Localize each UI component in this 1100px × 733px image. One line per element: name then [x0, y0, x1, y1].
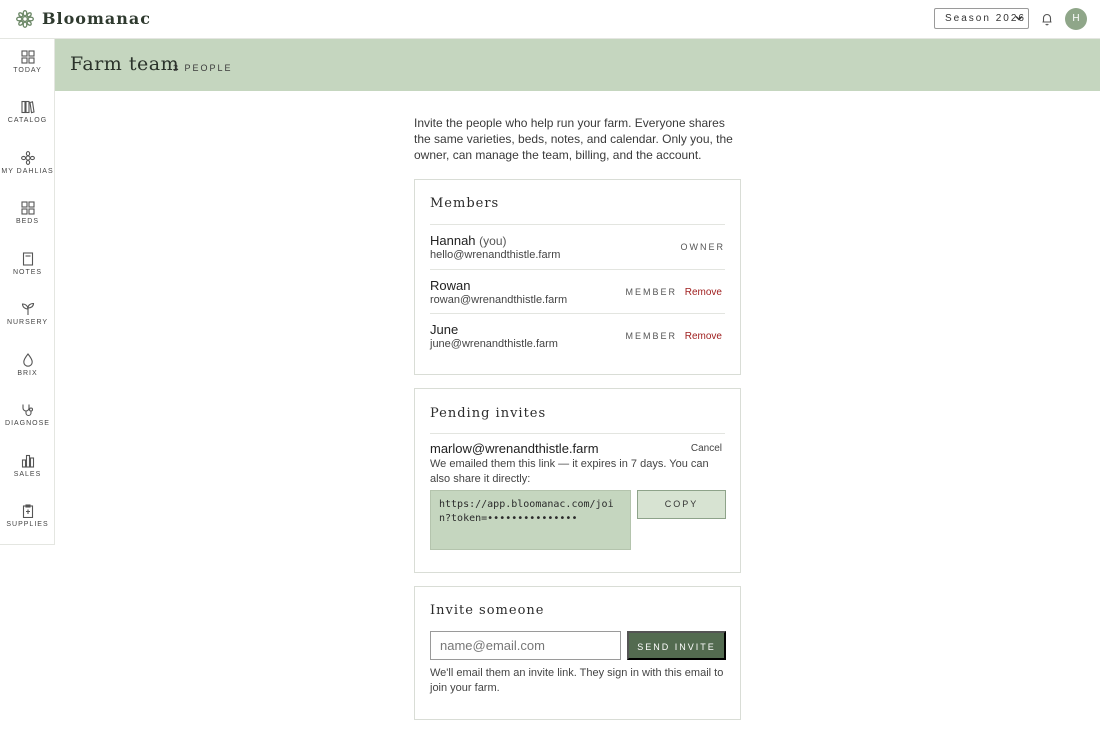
members-card: Members Hannah (you) hello@wrenandthistl… — [414, 179, 741, 375]
role-badge: MEMBER — [625, 331, 677, 341]
books-icon — [20, 100, 35, 114]
sidebar-item-beds[interactable]: BEDS — [0, 190, 55, 240]
sidebar-item-label: NOTES — [12, 269, 43, 276]
drop-icon — [22, 353, 33, 367]
remove-member-button[interactable]: Remove — [685, 331, 722, 342]
sidebar-item-catalog[interactable]: CATALOG — [0, 89, 55, 139]
sidebar-item-my-dahlias[interactable]: MY DAHLIAS — [0, 140, 55, 190]
sidebar-item-supplies[interactable]: SUPPLIES — [0, 493, 55, 543]
member-name-line: Hannah (you) — [430, 233, 507, 248]
page-title: Farm team — [70, 53, 180, 75]
sidebar: TODAY CATALOG MY DAHLIAS BEDS NOTES NURS… — [0, 39, 55, 545]
member-name: Hannah — [430, 233, 476, 248]
sidebar-item-sales[interactable]: SALES — [0, 443, 55, 493]
member-email: june@wrenandthistle.farm — [430, 338, 558, 350]
season-select[interactable]: Season 2026 — [934, 8, 1029, 29]
member-name: June — [430, 322, 459, 337]
you-tag: (you) — [479, 234, 507, 248]
avatar[interactable]: H — [1065, 8, 1087, 30]
sidebar-item-brix[interactable]: BRIX — [0, 342, 55, 392]
role-badge: OWNER — [680, 242, 725, 252]
sidebar-item-label: SUPPLIES — [6, 521, 49, 528]
member-email: hello@wrenandthistle.farm — [430, 249, 561, 261]
notes-icon — [22, 252, 33, 266]
member-row: Hannah (you) hello@wrenandthistle.farm O… — [430, 224, 725, 269]
sidebar-item-label: CATALOG — [7, 117, 48, 124]
sidebar-item-label: BRIX — [17, 370, 38, 377]
logo-icon[interactable] — [16, 10, 34, 28]
sprout-icon — [21, 302, 34, 315]
member-row: June june@wrenandthistle.farm MEMBER Rem… — [430, 313, 725, 358]
sidebar-item-notes[interactable]: NOTES — [0, 241, 55, 291]
pending-invites-card: Pending invites marlow@wrenandthistle.fa… — [414, 388, 741, 573]
member-name: Rowan — [430, 278, 471, 293]
cancel-invite-button[interactable]: Cancel — [691, 443, 722, 454]
members-title: Members — [430, 196, 500, 211]
sidebar-item-today[interactable]: TODAY — [0, 39, 55, 89]
bar-chart-icon — [21, 454, 34, 468]
sidebar-item-label: NURSERY — [6, 319, 49, 326]
sidebar-item-label: SALES — [13, 471, 42, 478]
send-note: We'll email them an invite link. They si… — [430, 667, 724, 694]
sidebar-item-label: MY DAHLIAS — [1, 168, 54, 175]
email-field[interactable] — [430, 631, 621, 660]
beds-grid-icon — [20, 201, 35, 215]
member-email: rowan@wrenandthistle.farm — [430, 294, 568, 306]
bell-icon[interactable] — [1040, 12, 1054, 26]
invite-title: Invite someone — [430, 603, 545, 618]
page-header: Farm team 3 PEOPLE — [55, 39, 1100, 91]
sidebar-item-label: TODAY — [13, 67, 42, 74]
invite-card: Invite someone SEND INVITE We'll email t… — [414, 586, 741, 720]
role-badge: MEMBER — [625, 287, 677, 297]
remove-member-button[interactable]: Remove — [685, 287, 722, 298]
pending-email: marlow@wrenandthistle.farm — [430, 441, 599, 456]
pending-title: Pending invites — [430, 406, 547, 421]
brand-name[interactable]: Bloomanac — [42, 9, 151, 28]
grid-icon — [20, 50, 35, 64]
stethoscope-icon — [21, 404, 33, 417]
member-row: Rowan rowan@wrenandthistle.farm MEMBER R… — [430, 269, 725, 314]
send-invite-button[interactable]: SEND INVITE — [627, 631, 726, 660]
chevron-down-icon — [1015, 15, 1023, 21]
flower-icon — [20, 151, 35, 165]
invite-link-field[interactable]: https://app.bloomanac.com/join?token=•••… — [430, 490, 631, 550]
clipboard-icon — [22, 504, 33, 518]
top-bar: Bloomanac Season 2026 H — [0, 0, 1100, 39]
intro-text: Invite the people who help run your farm… — [414, 116, 733, 162]
team-count: 3 PEOPLE — [173, 63, 233, 73]
sidebar-item-label: DIAGNOSE — [5, 420, 50, 427]
sidebar-item-nursery[interactable]: NURSERY — [0, 291, 55, 341]
invite-note: We emailed them this link — it expires i… — [430, 458, 709, 485]
sidebar-item-label: BEDS — [15, 218, 40, 225]
copy-link-button[interactable]: COPY — [637, 490, 726, 519]
divider — [430, 433, 725, 434]
sidebar-item-diagnose[interactable]: DIAGNOSE — [0, 392, 55, 442]
